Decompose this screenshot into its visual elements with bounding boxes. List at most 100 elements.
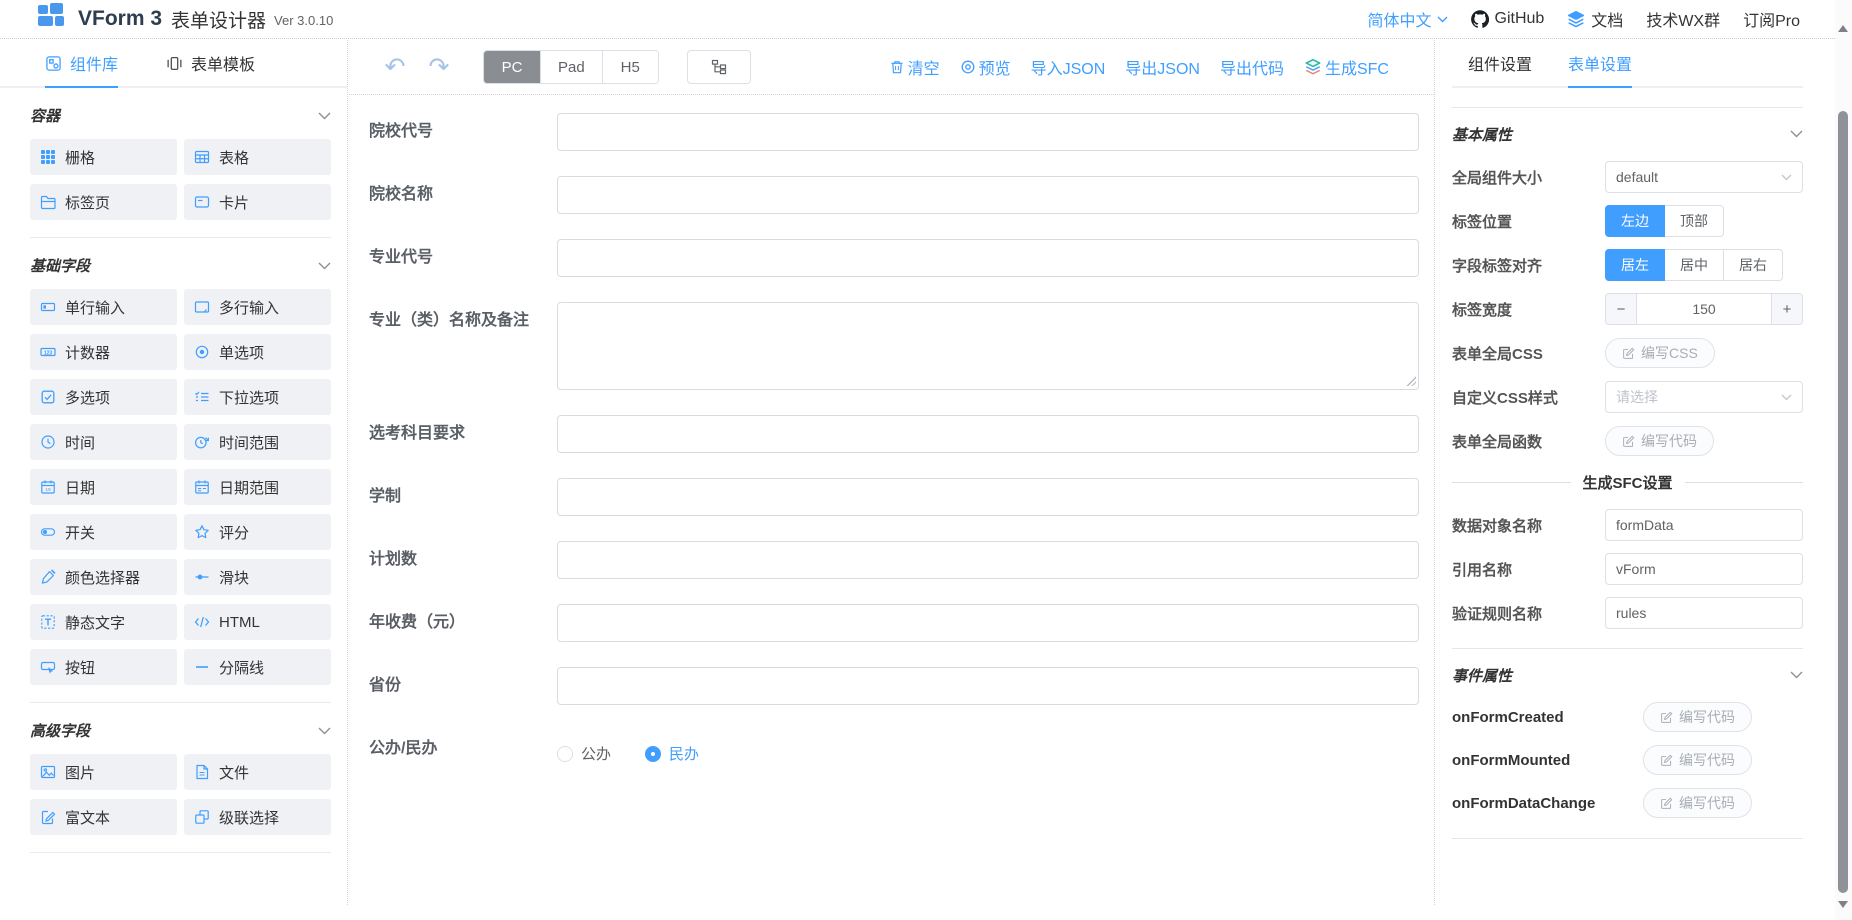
label-align-left[interactable]: 居左	[1605, 249, 1665, 281]
widget-item-picture[interactable]: 图片	[30, 754, 177, 790]
edit-css-button[interactable]: 编写CSS	[1605, 338, 1715, 368]
radio-option-public[interactable]: 公办	[557, 743, 611, 764]
label-align-right[interactable]: 居右	[1724, 249, 1783, 281]
device-pad-button[interactable]: Pad	[540, 51, 602, 83]
label-width-value[interactable]: 150	[1637, 294, 1771, 324]
field-input[interactable]	[557, 667, 1419, 705]
label-position-top[interactable]: 顶部	[1665, 205, 1724, 237]
increase-button[interactable]: +	[1771, 294, 1802, 324]
form-field-row[interactable]: 专业（类）名称及备注	[369, 302, 1419, 390]
field-textarea[interactable]	[557, 302, 1419, 390]
form-field-row[interactable]: 省份	[369, 667, 1419, 705]
widget-item-static-text[interactable]: 静态文字	[30, 604, 177, 640]
widget-item-time-range[interactable]: 时间范围	[184, 424, 331, 460]
scroll-up-arrow-icon[interactable]	[1838, 25, 1848, 32]
widget-item-slider[interactable]: 滑块	[184, 559, 331, 595]
edit-on-form-data-change-button[interactable]: 编写代码	[1643, 788, 1752, 818]
wx-group-link[interactable]: 技术WX群	[1646, 7, 1720, 31]
section-advanced-fields[interactable]: 高级字段	[30, 720, 331, 741]
edit-on-form-created-button[interactable]: 编写代码	[1643, 702, 1752, 732]
scroll-down-arrow-icon[interactable]	[1838, 901, 1848, 908]
generate-sfc-button[interactable]: 生成SFC	[1304, 55, 1389, 79]
widget-item-button[interactable]: 按钮	[30, 649, 177, 685]
ref-name-input[interactable]	[1605, 553, 1803, 585]
widget-item-textarea[interactable]: 多行输入	[184, 289, 331, 325]
field-input[interactable]	[557, 176, 1419, 214]
widget-item-card[interactable]: 卡片	[184, 184, 331, 220]
field-input[interactable]	[557, 239, 1419, 277]
field-input[interactable]	[557, 415, 1419, 453]
import-json-button[interactable]: 导入JSON	[1031, 55, 1106, 79]
widget-size-select[interactable]: default	[1605, 161, 1803, 193]
tab-form-settings[interactable]: 表单设置	[1568, 40, 1632, 88]
github-link[interactable]: GitHub	[1471, 10, 1545, 28]
form-field-row[interactable]: 学制	[369, 478, 1419, 516]
tab-widget-library[interactable]: 组件库	[45, 40, 118, 88]
section-basic-fields[interactable]: 基础字段	[30, 255, 331, 276]
form-field-row[interactable]: 年收费（元）	[369, 604, 1419, 642]
widget-item-rich-editor[interactable]: 富文本	[30, 799, 177, 835]
export-code-button[interactable]: 导出代码	[1220, 55, 1284, 79]
form-template-icon	[166, 55, 183, 72]
form-field-row[interactable]: 院校名称	[369, 176, 1419, 214]
edit-on-form-mounted-button[interactable]: 编写代码	[1643, 745, 1752, 775]
field-input[interactable]	[557, 478, 1419, 516]
widget-item-file[interactable]: 文件	[184, 754, 331, 790]
widget-item-switch[interactable]: 开关	[30, 514, 177, 550]
device-h5-button[interactable]: H5	[602, 51, 658, 83]
widget-item-select[interactable]: 下拉选项	[184, 379, 331, 415]
rules-name-input[interactable]	[1605, 597, 1803, 629]
trash-icon	[889, 59, 905, 75]
section-container[interactable]: 容器	[30, 105, 331, 126]
widget-item-table[interactable]: 表格	[184, 139, 331, 175]
device-pc-button[interactable]: PC	[484, 51, 540, 83]
widget-item-date-range[interactable]: 日期范围	[184, 469, 331, 505]
label-position-left[interactable]: 左边	[1605, 205, 1665, 237]
tab-form-template[interactable]: 表单模板	[166, 40, 255, 88]
form-field-row[interactable]: 公办/民办 公办 民办	[369, 730, 1419, 768]
widget-item-checkbox[interactable]: 多选项	[30, 379, 177, 415]
undo-button[interactable]: ↶	[381, 55, 409, 80]
form-field-row[interactable]: 院校代号	[369, 113, 1419, 151]
widget-item-time[interactable]: 时间	[30, 424, 177, 460]
widget-item-date[interactable]: 19 日期	[30, 469, 177, 505]
data-object-name-input[interactable]	[1605, 509, 1803, 541]
widget-item-input[interactable]: 单行输入	[30, 289, 177, 325]
widget-item-cascader[interactable]: 级联选择	[184, 799, 331, 835]
form-field-row[interactable]: 计划数	[369, 541, 1419, 579]
widget-item-grid[interactable]: 栅格	[30, 139, 177, 175]
widget-item-rate[interactable]: 评分	[184, 514, 331, 550]
node-tree-button[interactable]	[687, 50, 751, 84]
form-canvas[interactable]: 院校代号 院校名称 专业代号 专业（类）名称及备注 选考科目要求	[349, 95, 1434, 768]
tab-widget-settings[interactable]: 组件设置	[1468, 40, 1532, 88]
widget-item-radio[interactable]: 单选项	[184, 334, 331, 370]
clear-button[interactable]: 清空	[889, 55, 940, 79]
radio-option-private[interactable]: 民办	[645, 743, 699, 764]
widget-item-html[interactable]: HTML	[184, 604, 331, 640]
edit-icon	[1660, 754, 1673, 767]
language-menu[interactable]: 简体中文	[1367, 7, 1447, 31]
decrease-button[interactable]: −	[1606, 294, 1637, 324]
field-input[interactable]	[557, 541, 1419, 579]
section-basic-props[interactable]: 基本属性	[1452, 122, 1803, 146]
redo-button[interactable]: ↷	[425, 55, 453, 80]
form-field-row[interactable]: 选考科目要求	[369, 415, 1419, 453]
docs-link[interactable]: 文档	[1567, 7, 1623, 31]
section-event-props[interactable]: 事件属性	[1452, 663, 1803, 687]
edit-functions-button[interactable]: 编写代码	[1605, 426, 1714, 456]
export-json-button[interactable]: 导出JSON	[1125, 55, 1200, 79]
widget-item-divider[interactable]: 分隔线	[184, 649, 331, 685]
page-scrollbar[interactable]	[1835, 0, 1852, 920]
widget-item-number[interactable]: 123 计数器	[30, 334, 177, 370]
widget-item-color-picker[interactable]: 颜色选择器	[30, 559, 177, 595]
event-rows: onFormCreated 编写代码 onFormMounted 编写代码 on…	[1452, 702, 1803, 818]
widget-item-tab-page[interactable]: 标签页	[30, 184, 177, 220]
label-align-center[interactable]: 居中	[1665, 249, 1724, 281]
field-input[interactable]	[557, 113, 1419, 151]
scrollbar-thumb[interactable]	[1838, 111, 1848, 893]
subscribe-pro-link[interactable]: 订阅Pro	[1743, 7, 1800, 31]
field-input[interactable]	[557, 604, 1419, 642]
custom-class-select[interactable]: 请选择	[1605, 381, 1803, 413]
form-field-row[interactable]: 专业代号	[369, 239, 1419, 277]
preview-button[interactable]: 预览	[960, 55, 1011, 79]
